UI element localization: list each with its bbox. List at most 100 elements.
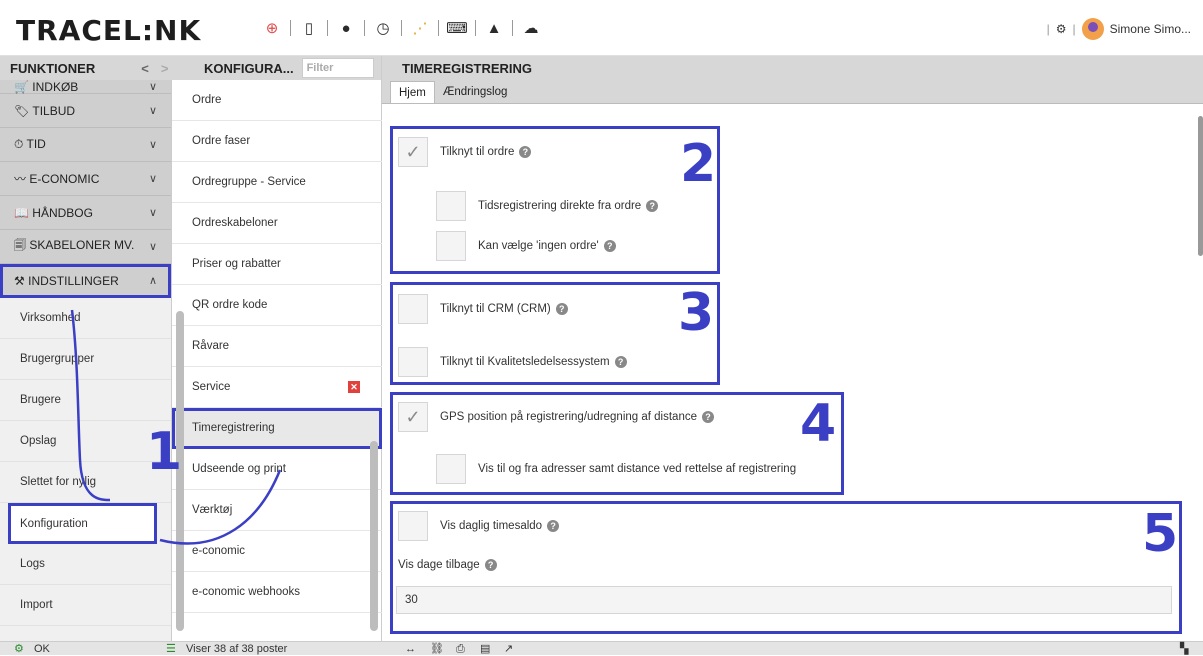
nav-group-indkob[interactable]: 🛒 INDKØB ∨ [0, 80, 171, 94]
label-timesaldo: Vis daglig timesaldo? [440, 511, 560, 541]
gear-icon[interactable]: ⚙ [1056, 22, 1067, 36]
nav-item-brugergrupper[interactable]: Brugergrupper [0, 339, 171, 380]
nav-item-logs[interactable]: Logs [0, 544, 171, 585]
status-count: Viser 38 af 38 poster [186, 643, 288, 655]
label-tilknyt-ordre: Tilknyt til ordre? [440, 137, 532, 167]
label-ingen-ordre: Kan vælge 'ingen ordre'? [478, 231, 616, 261]
checkbox-tidsregistrering[interactable] [436, 191, 466, 221]
toolbar: ⊕ ▯ ● ◷ ⋰ ⌨ ▲ ☁ [258, 16, 545, 40]
help-icon: ? [484, 559, 497, 571]
konfiguration-panel: KONFIGURA... Filter Ordre Ordre faser Or… [172, 56, 382, 641]
warning-icon[interactable]: ▲ [482, 16, 506, 40]
expand-icon[interactable]: ↔ [405, 642, 416, 656]
keyboard-icon[interactable]: ⌨ [445, 16, 469, 40]
lifebuoy-icon[interactable]: ⊕ [260, 16, 284, 40]
checkbox-timesaldo[interactable] [398, 511, 428, 541]
list-item[interactable]: Ordregruppe - Service [172, 162, 382, 203]
list-item[interactable]: Priser og rabatter [172, 244, 382, 285]
list-item[interactable]: e-conomic webhooks [172, 572, 382, 613]
dage-tilbage-input[interactable]: 30 [396, 586, 1172, 614]
label-crm: Tilknyt til CRM (CRM)? [440, 294, 568, 324]
status-ok: OK [34, 643, 50, 655]
user-name[interactable]: Simone Simo... [1110, 22, 1191, 36]
annotation-5: 5 [1142, 504, 1179, 564]
help-icon: ? [603, 240, 616, 252]
phone-icon[interactable]: ▯ [297, 16, 321, 40]
list-item[interactable]: Ordreskabeloner [172, 203, 382, 244]
konfiguration-header: KONFIGURA... Filter [172, 56, 381, 80]
nav-group-indstillinger[interactable]: ⚒ INDSTILLINGER ∧ [0, 264, 171, 298]
list-item[interactable]: Ordre faser [172, 121, 382, 162]
chat-icon[interactable]: ● [334, 16, 358, 40]
label-adresser: Vis til og fra adresser samt distance ve… [478, 463, 797, 475]
pdf-icon[interactable]: ▤ [480, 642, 490, 656]
collapse-left-icon[interactable]: < [141, 61, 149, 76]
list-item[interactable]: Ordre [172, 80, 382, 121]
help-icon: ? [547, 520, 560, 532]
nav-group-tid[interactable]: ⏱ TID ∨ [0, 128, 171, 162]
list-item[interactable]: QR ordre kode [172, 285, 382, 326]
nav-item-brugere[interactable]: Brugere [0, 380, 171, 421]
checkbox-ingen-ordre[interactable] [436, 231, 466, 261]
ai-cloud-icon[interactable]: ☁ [519, 16, 543, 40]
checkbox-tilknyt-ordre[interactable]: ✓ [398, 137, 428, 167]
annotation-3: 3 [678, 283, 715, 343]
nav-group-handbog[interactable]: 📖 HÅNDBOG ∨ [0, 196, 171, 230]
avatar[interactable] [1081, 18, 1104, 40]
list-item[interactable]: e-conomic [172, 531, 382, 572]
clock-icon[interactable]: ◷ [371, 16, 395, 40]
label-tidsregistrering: Tidsregistrering direkte fra ordre? [478, 191, 659, 221]
nav-item-import[interactable]: Import [0, 585, 171, 626]
checkbox-adresser[interactable] [436, 454, 466, 484]
print-icon[interactable]: ⎙ [456, 642, 465, 656]
windows-icon[interactable]: ▚ [1180, 642, 1188, 656]
help-icon: ? [519, 146, 532, 158]
flow-icon[interactable]: ⋰ [408, 16, 432, 40]
share-icon[interactable]: ↗ [504, 642, 513, 656]
tab-aendringslog[interactable]: Ændringslog [435, 81, 516, 103]
help-icon: ? [646, 200, 659, 212]
list-item[interactable]: Værktøj [172, 490, 382, 531]
filter-lines-icon[interactable]: ☰ [166, 642, 176, 656]
label-gps: GPS position på registrering/udregning a… [440, 402, 714, 432]
nav-item-konfiguration[interactable]: Konfiguration [8, 503, 157, 544]
filter-input[interactable]: Filter [301, 58, 374, 78]
nav-group-e-conomic[interactable]: 〰 E-CONOMIC ∨ [0, 162, 171, 196]
page-title: TIMEREGISTRERING [382, 56, 1203, 80]
help-icon: ? [555, 303, 568, 315]
funktioner-header: FUNKTIONER < > [0, 56, 172, 80]
expand-right-icon[interactable]: > [161, 61, 169, 76]
konfig-scrollbar[interactable] [370, 441, 378, 631]
list-item[interactable]: Råvare [172, 326, 382, 367]
delete-icon[interactable]: ✕ [348, 381, 360, 393]
label-dage-tilbage: Vis dage tilbage? [398, 556, 497, 574]
checkbox-gps[interactable]: ✓ [398, 402, 428, 432]
main-scrollbar[interactable] [1198, 116, 1203, 256]
help-icon: ? [614, 356, 627, 368]
user-area: | ⚙ | Simone Simo... [1047, 18, 1191, 40]
annotation-1: 1 [146, 422, 183, 482]
list-item-timeregistrering[interactable]: Timeregistrering [172, 408, 382, 449]
nav-group-tilbud[interactable]: 🏷 TILBUD ∨ [0, 94, 171, 128]
label-kvalitet: Tilknyt til Kvalitetsledelsessystem? [440, 347, 627, 377]
checkbox-crm[interactable] [398, 294, 428, 324]
link-icon[interactable]: ⛓ [430, 642, 444, 656]
annotation-4: 4 [800, 394, 837, 454]
help-icon: ? [702, 411, 714, 423]
annotation-2: 2 [680, 134, 717, 194]
ok-icon: ⚙ [14, 643, 24, 655]
list-item-service[interactable]: Service ✕ [172, 367, 382, 408]
settings-content: 2 ✓ Tilknyt til ordre? Tidsregistrering … [382, 104, 1203, 641]
nav-item-virksomhed[interactable]: Virksomhed [0, 298, 171, 339]
list-item[interactable]: Udseende og print [172, 449, 382, 490]
konfiguration-list: Ordre Ordre faser Ordregruppe - Service … [172, 80, 382, 613]
funktioner-panel: FUNKTIONER < > 🛒 INDKØB ∨ 🏷 TILBUD ∨ ⏱ TID… [0, 56, 172, 641]
top-bar: TRACEL:NK ⊕ ▯ ● ◷ ⋰ ⌨ ▲ ☁ | ⚙ | Simone S… [0, 0, 1203, 56]
nav-group-skabeloner[interactable]: 🗐 SKABELONER MV. ∨ [0, 230, 171, 264]
logo: TRACEL:NK [16, 14, 202, 47]
status-bar: ⚙ OK ☰ Viser 38 af 38 poster ↔ ⛓ ⎙ ▤ ↗ ▚ [0, 641, 1203, 655]
tab-bar: Hjem Ændringslog [382, 80, 1203, 104]
tab-hjem[interactable]: Hjem [390, 81, 435, 103]
main-panel: TIMEREGISTRERING Hjem Ændringslog 2 ✓ Ti… [382, 56, 1203, 641]
checkbox-kvalitet[interactable] [398, 347, 428, 377]
